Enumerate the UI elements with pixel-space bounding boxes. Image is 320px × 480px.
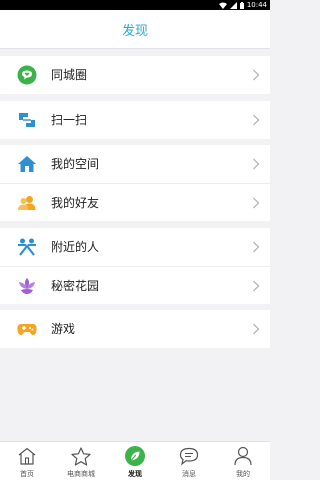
chevron-right-icon bbox=[253, 158, 260, 170]
chat-bubble-heart-icon bbox=[17, 65, 37, 85]
menu-item-label: 附近的人 bbox=[51, 240, 100, 254]
tab-label: 首页 bbox=[20, 470, 34, 478]
message-bubble-icon bbox=[178, 445, 200, 467]
bottom-tab-bar: 首页 电商商城 发现 消息 我的 bbox=[0, 441, 270, 480]
discover-leaf-icon bbox=[124, 445, 146, 467]
tab-label: 发现 bbox=[128, 470, 142, 478]
nearby-people-icon bbox=[17, 237, 37, 257]
menu-item-label: 我的空间 bbox=[51, 157, 100, 171]
menu-item-games[interactable]: 游戏 bbox=[0, 310, 270, 348]
menu-item-secret-garden[interactable]: 秘密花园 bbox=[0, 266, 270, 304]
tab-mall[interactable]: 电商商城 bbox=[54, 442, 108, 480]
scan-icon bbox=[17, 110, 37, 130]
menu-group-games: 游戏 bbox=[0, 310, 270, 348]
menu-group-scan: 扫一扫 bbox=[0, 101, 270, 139]
status-indicators: 10:44 bbox=[218, 0, 267, 10]
menu-group-personal: 我的空间 我的好友 bbox=[0, 145, 270, 221]
tab-messages[interactable]: 消息 bbox=[162, 442, 216, 480]
gamepad-icon bbox=[17, 319, 37, 339]
tab-label: 消息 bbox=[182, 470, 196, 478]
tab-discover[interactable]: 发现 bbox=[108, 442, 162, 480]
menu-item-label: 扫一扫 bbox=[51, 113, 88, 127]
page-header: 发现 bbox=[0, 10, 270, 49]
chevron-right-icon bbox=[253, 280, 260, 292]
menu-item-label: 游戏 bbox=[51, 322, 76, 336]
menu-item-label: 同城圈 bbox=[51, 68, 88, 82]
tab-home[interactable]: 首页 bbox=[0, 442, 54, 480]
home-icon bbox=[17, 154, 37, 174]
tab-label: 我的 bbox=[236, 470, 250, 478]
lotus-icon bbox=[17, 276, 37, 296]
chevron-right-icon bbox=[253, 323, 260, 335]
wifi-icon bbox=[218, 2, 227, 9]
battery-icon bbox=[239, 1, 244, 9]
menu-item-label: 我的好友 bbox=[51, 196, 100, 210]
status-time: 10:44 bbox=[246, 1, 267, 9]
chevron-right-icon bbox=[253, 69, 260, 81]
chevron-right-icon bbox=[253, 114, 260, 126]
page-title: 发现 bbox=[121, 23, 148, 39]
menu-item-my-friends[interactable]: 我的好友 bbox=[0, 183, 270, 221]
signal-icon bbox=[229, 1, 237, 9]
tab-me[interactable]: 我的 bbox=[216, 442, 270, 480]
status-bar: 10:44 bbox=[0, 0, 270, 10]
star-outline-icon bbox=[70, 445, 92, 467]
tab-label: 电商商城 bbox=[67, 470, 95, 478]
menu-group-moments: 同城圈 bbox=[0, 56, 270, 94]
friends-icon bbox=[17, 193, 37, 213]
home-outline-icon bbox=[16, 445, 38, 467]
menu-item-scan[interactable]: 扫一扫 bbox=[0, 101, 270, 139]
chevron-right-icon bbox=[253, 197, 260, 209]
menu-item-nearby-people[interactable]: 附近的人 bbox=[0, 228, 270, 266]
menu-item-label: 秘密花园 bbox=[51, 279, 100, 293]
user-outline-icon bbox=[232, 445, 254, 467]
menu-group-social: 附近的人 秘密花园 bbox=[0, 228, 270, 304]
menu-item-city-circle[interactable]: 同城圈 bbox=[0, 56, 270, 94]
chevron-right-icon bbox=[253, 241, 260, 253]
menu-item-my-space[interactable]: 我的空间 bbox=[0, 145, 270, 183]
